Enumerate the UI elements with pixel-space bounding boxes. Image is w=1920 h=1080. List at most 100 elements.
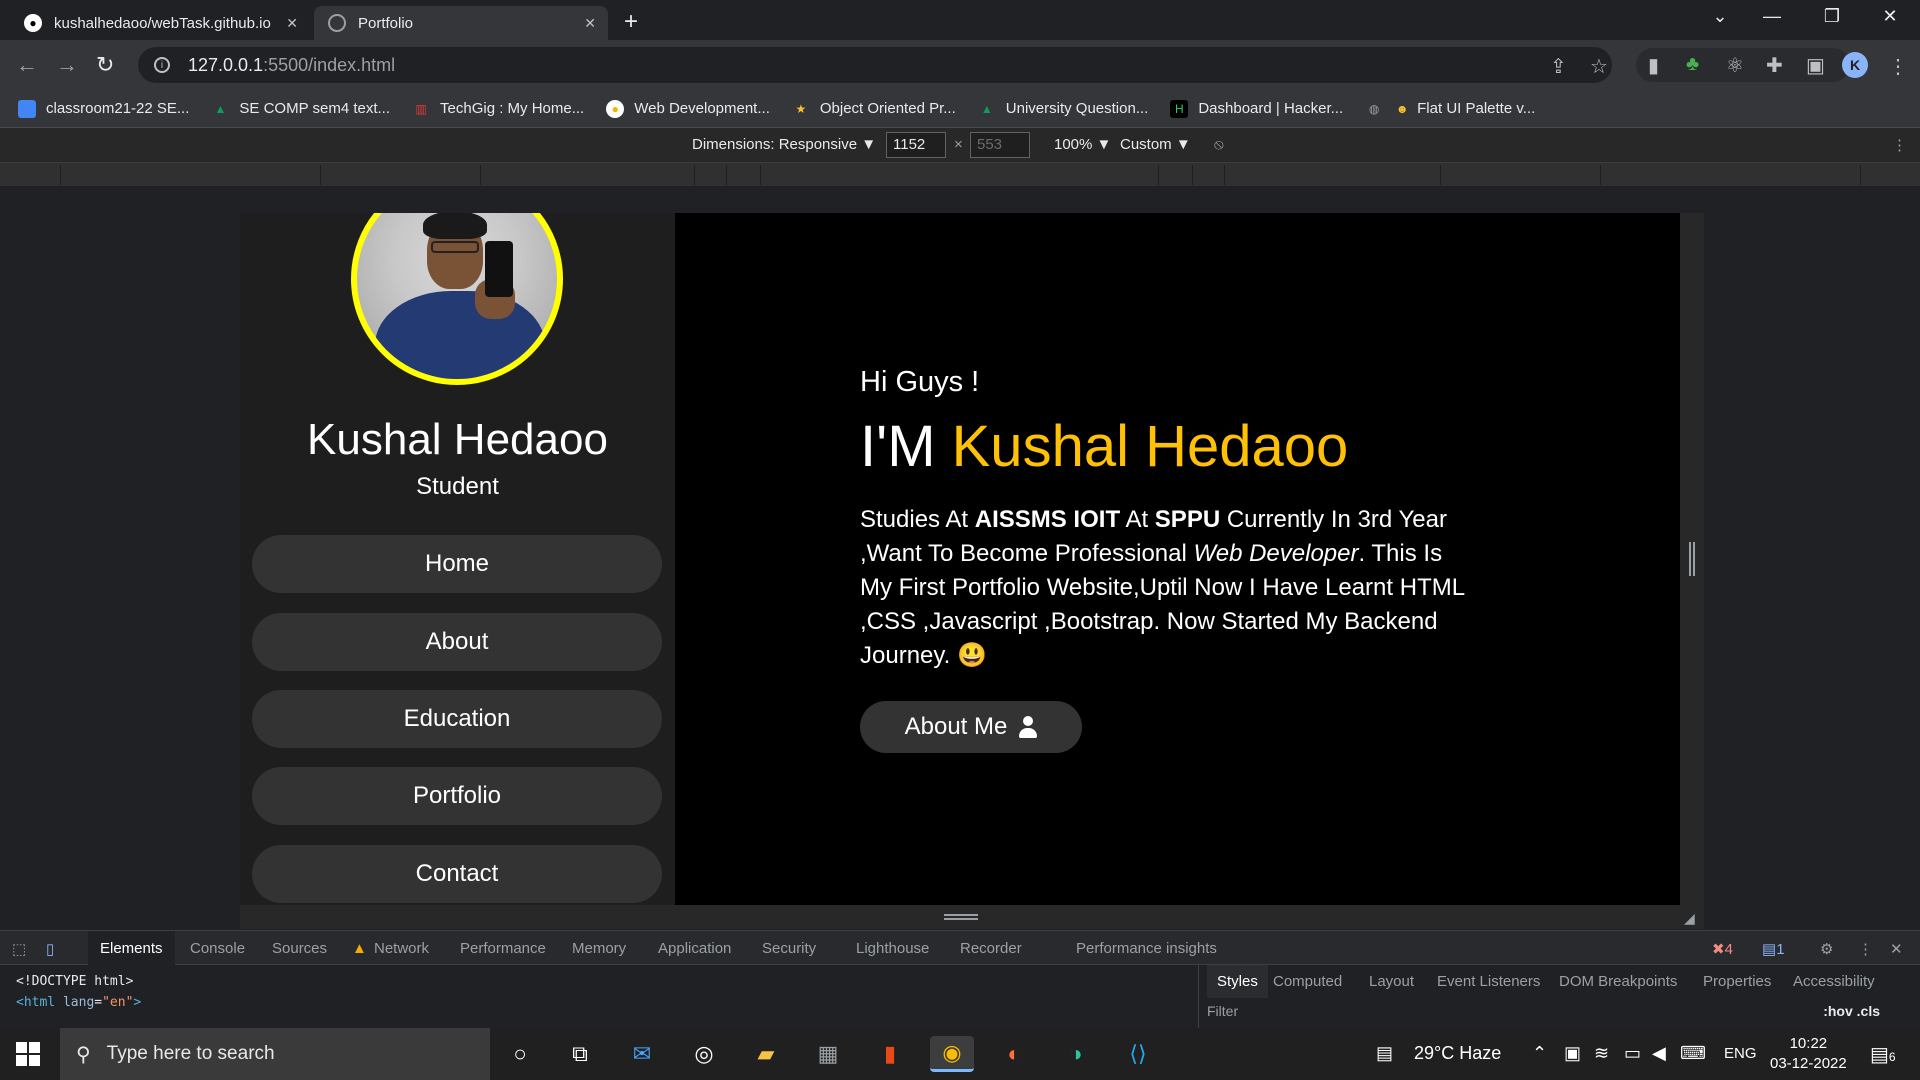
cortana-icon[interactable]: ○ bbox=[498, 1036, 542, 1072]
tab-performance-insights[interactable]: Performance insights bbox=[1076, 940, 1217, 957]
taskbar-clock[interactable]: 10:22 03-12-2022 bbox=[1770, 1034, 1847, 1074]
profile-avatar[interactable]: K bbox=[1842, 52, 1868, 78]
dell-icon[interactable]: ◎ bbox=[682, 1036, 726, 1072]
width-input[interactable]: 1152 bbox=[886, 132, 946, 158]
office-icon[interactable]: ▮ bbox=[868, 1036, 912, 1072]
meet-icon[interactable]: ▣ bbox=[1564, 1043, 1581, 1064]
back-icon[interactable]: ← bbox=[16, 52, 38, 78]
bookmark-item[interactable]: ▥ TechGig : My Home... bbox=[412, 100, 584, 118]
tab-console[interactable]: Console bbox=[190, 940, 245, 957]
devbar-menu-icon[interactable]: ⋮ bbox=[1892, 136, 1907, 154]
close-devtools-icon[interactable]: ✕ bbox=[1890, 940, 1903, 958]
address-bar[interactable]: i 127.0.0.1:5500/index.html bbox=[138, 47, 1612, 83]
tab-sources[interactable]: Sources bbox=[272, 940, 327, 957]
puzzle-icon[interactable]: ✚ bbox=[1766, 53, 1783, 78]
tab-properties[interactable]: Properties bbox=[1703, 973, 1771, 990]
bookmark-star-icon[interactable]: ☆ bbox=[1590, 54, 1608, 79]
tab-memory[interactable]: Memory bbox=[572, 940, 626, 957]
nav-home-button[interactable]: Home bbox=[252, 535, 662, 593]
vscode-icon[interactable]: ⟨⟩ bbox=[1116, 1036, 1160, 1072]
message-count-badge[interactable]: ▤1 bbox=[1762, 940, 1785, 958]
close-icon[interactable]: ✕ bbox=[584, 15, 596, 32]
wifi-icon[interactable]: ≋ bbox=[1594, 1043, 1609, 1064]
bookmark-item[interactable]: ▲ SE COMP sem4 text... bbox=[211, 100, 390, 118]
bookmark-item[interactable]: ★ Object Oriented Pr... bbox=[792, 100, 955, 118]
mail-icon[interactable]: ✉ bbox=[620, 1036, 664, 1072]
minimize-button[interactable]: — bbox=[1752, 6, 1792, 27]
notification-center-icon[interactable]: ▤6 bbox=[1870, 1042, 1896, 1067]
nav-contact-button[interactable]: Contact bbox=[252, 845, 662, 903]
dimensions-dropdown[interactable]: Dimensions: Responsive ▼ bbox=[692, 136, 876, 153]
device-toggle-icon[interactable]: ▯ bbox=[46, 940, 54, 958]
dom-doctype[interactable]: <!DOCTYPE html> bbox=[16, 971, 141, 992]
tray-chevron-icon[interactable]: ⌃ bbox=[1532, 1043, 1547, 1064]
dom-html-node[interactable]: <html lang="en"> bbox=[16, 992, 141, 1013]
calculator-icon[interactable]: ▦ bbox=[806, 1036, 850, 1072]
tab-styles[interactable]: Styles bbox=[1207, 965, 1268, 998]
zoom-dropdown[interactable]: 100% ▼ bbox=[1054, 136, 1111, 153]
tab-dom-breakpoints[interactable]: DOM Breakpoints bbox=[1559, 973, 1677, 990]
rotate-icon[interactable]: ⦸ bbox=[1214, 136, 1224, 153]
side-panel-icon[interactable]: ▣ bbox=[1806, 53, 1825, 78]
battery-icon[interactable]: ▭ bbox=[1624, 1043, 1641, 1064]
bookmark-item[interactable]: ● Web Development... bbox=[606, 99, 770, 118]
weather-text[interactable]: 29°C Haze bbox=[1414, 1043, 1501, 1064]
bookmark-item[interactable]: ▲ University Question... bbox=[978, 100, 1149, 118]
forward-icon[interactable]: → bbox=[56, 52, 78, 78]
reload-icon[interactable]: ↻ bbox=[96, 52, 114, 78]
throttle-dropdown[interactable]: Custom ▼ bbox=[1120, 136, 1191, 153]
tab-github[interactable]: ● kushalhedaoo/webTask.github.io ✕ bbox=[10, 6, 310, 40]
site-info-icon[interactable]: i bbox=[154, 57, 170, 73]
state-class-toggles[interactable]: :hov .cls bbox=[1823, 1003, 1880, 1019]
new-tab-button[interactable]: + bbox=[624, 8, 638, 36]
restore-button[interactable]: ❐ bbox=[1812, 6, 1852, 27]
inspect-icon[interactable]: ⬚ bbox=[12, 940, 26, 958]
about-me-button[interactable]: About Me bbox=[860, 701, 1082, 753]
nav-portfolio-button[interactable]: Portfolio bbox=[252, 767, 662, 825]
file-explorer-icon[interactable]: ▰ bbox=[744, 1036, 788, 1072]
nav-education-button[interactable]: Education bbox=[252, 690, 662, 748]
weather-icon[interactable]: ▤ bbox=[1376, 1043, 1393, 1064]
devtools-menu-icon[interactable]: ⋮ bbox=[1858, 940, 1873, 958]
error-count-badge[interactable]: ✖4 bbox=[1712, 940, 1733, 958]
bookmark-item[interactable]: H Dashboard | Hacker... bbox=[1170, 99, 1343, 118]
tab-layout[interactable]: Layout bbox=[1369, 973, 1414, 990]
height-input[interactable]: 553 bbox=[970, 132, 1030, 158]
tab-search-icon[interactable]: ⌄ bbox=[1700, 6, 1740, 27]
tab-recorder[interactable]: Recorder bbox=[960, 940, 1022, 957]
tab-lighthouse[interactable]: Lighthouse bbox=[856, 940, 929, 957]
bookmark-item[interactable]: ◍ ☻ Flat UI Palette v... bbox=[1365, 100, 1535, 118]
tab-computed[interactable]: Computed bbox=[1273, 973, 1342, 990]
volume-icon[interactable]: ◀ bbox=[1652, 1043, 1666, 1064]
chrome-icon[interactable]: ◉ bbox=[930, 1036, 974, 1072]
tab-performance[interactable]: Performance bbox=[460, 940, 546, 957]
vertical-resize-handle[interactable] bbox=[1689, 542, 1695, 576]
tab-elements[interactable]: Elements bbox=[88, 931, 175, 965]
firefox-icon[interactable]: ◐ bbox=[992, 1036, 1036, 1072]
tree-extension-icon[interactable]: ♣ bbox=[1686, 53, 1699, 76]
horizontal-resize-handle[interactable] bbox=[944, 914, 978, 920]
bookmark-item[interactable]: classroom21-22 SE... bbox=[18, 99, 189, 118]
tab-security[interactable]: Security bbox=[762, 940, 816, 957]
media-query-ruler[interactable] bbox=[0, 162, 1920, 186]
menu-kebab-icon[interactable]: ⋮ bbox=[1888, 54, 1908, 79]
tab-network[interactable]: Network bbox=[374, 940, 429, 957]
language-indicator[interactable]: ENG bbox=[1724, 1045, 1757, 1062]
taskbar-search-box[interactable]: ⚲ Type here to search bbox=[60, 1028, 490, 1080]
close-window-button[interactable]: ✕ bbox=[1870, 6, 1910, 27]
tab-portfolio[interactable]: Portfolio ✕ bbox=[314, 6, 608, 40]
task-view-icon[interactable]: ⧉ bbox=[558, 1036, 602, 1072]
windows-start-icon[interactable] bbox=[16, 1042, 40, 1066]
react-devtools-icon[interactable]: ⚛ bbox=[1726, 53, 1744, 78]
extension-icon[interactable]: ▮ bbox=[1648, 53, 1659, 78]
corner-resize-icon[interactable]: ◢ bbox=[1684, 910, 1695, 927]
close-icon[interactable]: ✕ bbox=[286, 15, 298, 32]
edge-icon[interactable]: ◑ bbox=[1054, 1036, 1098, 1072]
nav-about-button[interactable]: About bbox=[252, 613, 662, 671]
styles-filter-input[interactable]: Filter bbox=[1207, 1003, 1238, 1019]
keyboard-icon[interactable]: ⌨ bbox=[1680, 1043, 1706, 1064]
share-icon[interactable]: ⇪ bbox=[1550, 54, 1567, 79]
tab-event-listeners[interactable]: Event Listeners bbox=[1437, 973, 1540, 990]
tab-accessibility[interactable]: Accessibility bbox=[1793, 973, 1875, 990]
settings-gear-icon[interactable]: ⚙ bbox=[1820, 940, 1833, 958]
